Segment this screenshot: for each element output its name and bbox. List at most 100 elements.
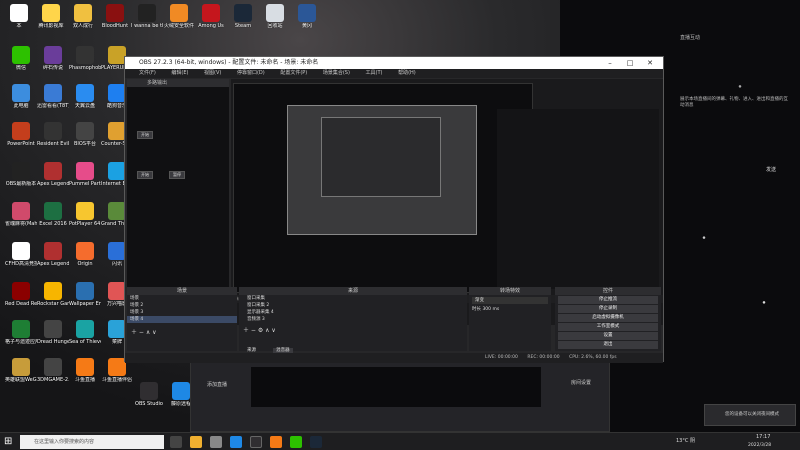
- desktop-icon[interactable]: Rockstar Games...: [37, 280, 69, 320]
- notification-toast[interactable]: 您的设备可以关闭夜间模式: [704, 404, 796, 426]
- stop-recording-button[interactable]: 停止录制: [558, 305, 658, 313]
- desktop-icon[interactable]: OBS Studio: [134, 380, 164, 420]
- desktop-icon[interactable]: I wanna be the Creator: [131, 2, 163, 42]
- duration-input[interactable]: 300 ms: [482, 307, 499, 312]
- desktop-icon[interactable]: Wallpaper Engine:...: [69, 280, 101, 320]
- multi-output-pause-button[interactable]: 暂停: [169, 171, 185, 179]
- source-item[interactable]: 窗口采集 2: [239, 302, 467, 309]
- app-icon: [44, 320, 62, 338]
- desktop-icon-label: 迅雷看看(T8T): [37, 103, 69, 109]
- desktop-icon[interactable]: BIOS平台: [70, 120, 100, 160]
- explorer-icon[interactable]: [190, 436, 202, 448]
- desktop-icon-label: Wallpaper Engine:...: [69, 301, 101, 307]
- desktop-icon[interactable]: PowerPoint: [6, 120, 36, 160]
- maximize-button[interactable]: □: [621, 57, 639, 69]
- desktop-icon[interactable]: 腾讯影视库: [36, 2, 66, 42]
- app-icon: [44, 84, 62, 102]
- wechat-icon[interactable]: [290, 436, 302, 448]
- steam-icon[interactable]: [310, 436, 322, 448]
- desktop-icon[interactable]: Among Us: [196, 2, 226, 42]
- weather-text[interactable]: 13°C 阴: [676, 437, 695, 446]
- desktop-icon[interactable]: 双人成行: [68, 2, 98, 42]
- desktop-icon[interactable]: 格子与遗迹应用程序快捷方式: [5, 318, 37, 358]
- menu-scene-collection[interactable]: 场景集合(S): [323, 70, 350, 76]
- obs-statusbar: LIVE: 00:00:00 REC: 00:00:00 CPU: 2.6%, …: [125, 353, 663, 363]
- desktop-icon[interactable]: 火绒安全软件: [164, 2, 194, 42]
- source-controls[interactable]: ＋ − ⚙ ∧ ∨: [239, 323, 467, 336]
- app-icon[interactable]: [210, 436, 222, 448]
- desktop-icon[interactable]: Red Dead Redempti...: [5, 280, 37, 320]
- desktop-icon[interactable]: Phasmophobia: [69, 44, 101, 84]
- taskbar-search-input[interactable]: 在这里输入你要搜索的内容: [20, 435, 164, 449]
- desktop-icon-label: 天翼云盘: [74, 103, 95, 109]
- multi-output-start-button-2[interactable]: 开始: [137, 171, 153, 179]
- scene-item[interactable]: 场景 3: [127, 309, 237, 316]
- sources-dock: 来源 窗口采集 窗口采集 2 显示器采集 4 音频源 3 ＋ − ⚙ ∧ ∨ 来…: [239, 287, 467, 353]
- task-view-icon[interactable]: [170, 436, 182, 448]
- desktop-icon[interactable]: 本: [4, 2, 34, 42]
- desktop-icon[interactable]: 碎石传说: [38, 44, 68, 84]
- scene-item[interactable]: 场景: [127, 295, 237, 302]
- desktop-icon[interactable]: BloodHunt: [100, 2, 130, 42]
- desktop-icon[interactable]: Apex Legends: [37, 160, 69, 200]
- exit-button[interactable]: 退出: [558, 341, 658, 349]
- douyu-icon[interactable]: [270, 436, 282, 448]
- app-icon: [202, 4, 220, 22]
- desktop-icon[interactable]: 微信: [6, 44, 36, 84]
- desktop-icon[interactable]: 黄冈: [292, 2, 322, 42]
- desktop-icon[interactable]: Origin: [70, 240, 100, 280]
- desktop-icon[interactable]: Resident Evil 7 Biohazard: [37, 120, 69, 160]
- source-item[interactable]: 音频源 3: [239, 316, 467, 323]
- desktop-icon[interactable]: Dread Hunger: [37, 318, 69, 358]
- virtual-camera-button[interactable]: 启动虚拟摄像机: [558, 314, 658, 322]
- menu-edit[interactable]: 编辑(E): [171, 70, 188, 76]
- desktop-icon[interactable]: 此电脑: [6, 82, 36, 122]
- transition-select[interactable]: 渐变: [472, 297, 548, 304]
- desktop-icon[interactable]: Steam: [228, 2, 258, 42]
- desktop-icon[interactable]: OBS最新版本: [6, 160, 36, 200]
- desktop-icon[interactable]: 回收站: [260, 2, 290, 42]
- source-item[interactable]: 窗口采集: [239, 295, 467, 302]
- taskbar: ⊞ 在这里输入你要搜索的内容 13°C 阴 17:17 2022/3/28: [0, 432, 800, 450]
- desktop-icon[interactable]: 雀魂麻将(Mahjong): [5, 200, 37, 240]
- source-item[interactable]: 显示器采集 4: [239, 309, 467, 316]
- menu-docks[interactable]: 停靠窗口(D): [237, 70, 265, 76]
- desktop-icon[interactable]: 3DMGAME-2.CHS.Patc...: [37, 356, 69, 396]
- menu-file[interactable]: 文件(F): [139, 70, 156, 76]
- stop-streaming-button[interactable]: 停止推流: [558, 296, 658, 304]
- menu-help[interactable]: 帮助(H): [398, 70, 416, 76]
- desktop-icon[interactable]: 迅雷看看(T8T): [37, 82, 69, 122]
- desktop-icon[interactable]: CFHD高清竞技大区: [5, 240, 37, 280]
- desktop-icon[interactable]: 英雄联盟WeGame版: [5, 356, 37, 396]
- desktop-icon[interactable]: Sea of Thieves: [69, 318, 101, 358]
- studio-mode-button[interactable]: 工作室模式: [558, 323, 658, 331]
- multi-output-header: 多路输出: [127, 79, 229, 87]
- send-button[interactable]: 发送: [766, 166, 776, 173]
- close-button[interactable]: ✕: [641, 57, 659, 69]
- obs-window[interactable]: OBS 27.2.3 (64-bit, windows) - 配置文件: 未命名…: [124, 56, 664, 363]
- obs-titlebar[interactable]: OBS 27.2.3 (64-bit, windows) - 配置文件: 未命名…: [125, 57, 663, 69]
- clock-date[interactable]: 2022/3/28: [748, 441, 771, 450]
- desktop-icon[interactable]: PotPlayer 64 bit: [69, 200, 101, 240]
- app-icon: [76, 84, 94, 102]
- desktop-icon[interactable]: 天翼云盘: [70, 82, 100, 122]
- obs-taskbar-icon[interactable]: [250, 436, 262, 448]
- minimize-button[interactable]: –: [601, 57, 619, 69]
- menu-tools[interactable]: 工具(T): [366, 70, 383, 76]
- scene-item-selected[interactable]: 场景 4: [127, 316, 237, 323]
- scene-controls[interactable]: ＋ − ∧ ∨: [127, 323, 237, 340]
- desktop-icon[interactable]: Pummel Party: [69, 160, 101, 200]
- start-button[interactable]: ⊞: [4, 436, 12, 447]
- app-icon: [44, 122, 62, 140]
- app-icon: [12, 202, 30, 220]
- edge-icon[interactable]: [230, 436, 242, 448]
- scene-item[interactable]: 场景 2: [127, 302, 237, 309]
- desktop-icon[interactable]: 斗鱼直播: [70, 356, 100, 396]
- menu-profile[interactable]: 配置文件(P): [280, 70, 307, 76]
- desktop-icon-label: 3DMGAME-2.CHS.Patc...: [37, 377, 69, 383]
- multi-output-start-button[interactable]: 开始: [137, 131, 153, 139]
- menu-view[interactable]: 视图(V): [204, 70, 221, 76]
- desktop-icon[interactable]: Excel 2016: [38, 200, 68, 240]
- desktop-icon[interactable]: Apex Legends: [37, 240, 69, 280]
- settings-button[interactable]: 设置: [558, 332, 658, 340]
